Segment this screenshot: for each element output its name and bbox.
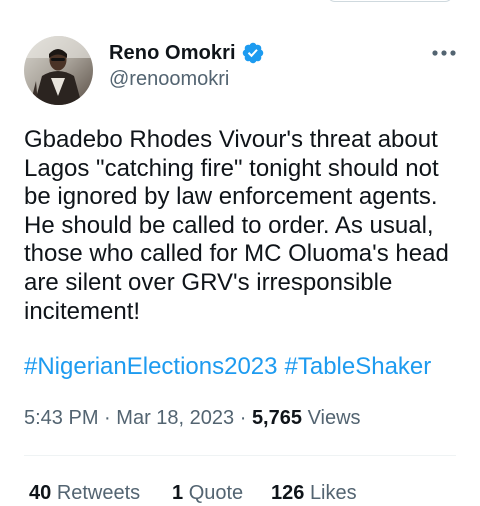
hashtag-link[interactable]: #TableShaker <box>285 352 432 382</box>
author-handle[interactable]: @renoomokri <box>109 68 229 91</box>
views-label: Views <box>307 407 361 429</box>
author-avatar[interactable] <box>24 36 93 105</box>
quotes-label: Quote <box>188 482 244 504</box>
author-display-name[interactable]: Reno Omokri <box>109 42 236 65</box>
divider <box>24 455 456 456</box>
retweets-stat-link[interactable]: 40 Retweets <box>29 480 172 506</box>
tweet-timestamp-link[interactable]: 5:43 PM · Mar 18, 2023 <box>24 407 234 429</box>
retweets-count: 40 <box>29 482 52 504</box>
author-name-row[interactable]: Reno Omokri <box>109 40 265 66</box>
meta-separator: · <box>104 407 111 429</box>
follow-button-edge[interactable] <box>327 0 453 2</box>
quotes-count: 1 <box>172 482 184 504</box>
views-count: 5,765 <box>251 407 302 429</box>
retweets-label: Retweets <box>56 482 141 504</box>
meta-separator: · <box>239 407 247 429</box>
tweet-time: 5:43 PM <box>24 407 99 429</box>
likes-label: Likes <box>309 482 357 504</box>
quotes-stat-link[interactable]: 1 Quote <box>172 480 271 506</box>
tweet-hashtags: #NigerianElections2023 #TableShaker <box>24 352 431 382</box>
hashtag-link[interactable]: #NigerianElections2023 <box>24 352 278 382</box>
tweet-meta: 5:43 PM · Mar 18, 2023 · 5,765 Views <box>24 405 361 431</box>
more-options-button[interactable] <box>427 40 461 66</box>
tweet-date: Mar 18, 2023 <box>116 407 235 429</box>
tweet-text: Gbadebo Rhodes Vivour's threat about Lag… <box>24 126 449 325</box>
verified-badge-icon <box>242 42 263 64</box>
engagement-stats: 40 Retweets 1 Quote 126 Likes <box>29 480 357 506</box>
likes-stat-link[interactable]: 126 Likes <box>271 480 357 506</box>
likes-count: 126 <box>271 482 305 504</box>
more-horizontal-icon <box>432 50 456 56</box>
avatar-photo-icon <box>24 36 93 105</box>
